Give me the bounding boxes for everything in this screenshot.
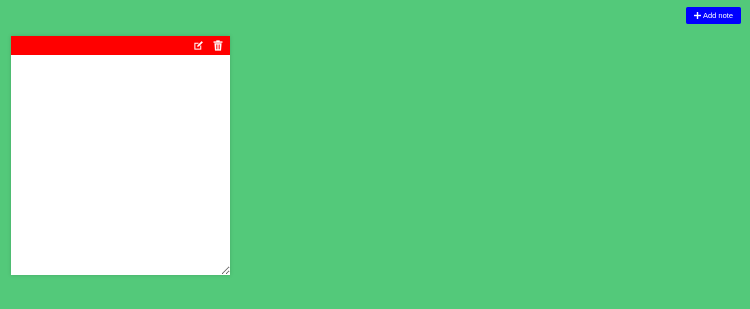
note-card: [11, 36, 230, 275]
plus-icon: [693, 12, 701, 19]
note-header: [11, 36, 230, 55]
app-page: Add note: [0, 0, 750, 309]
edit-icon[interactable]: [192, 40, 204, 52]
add-note-label: Add note: [702, 11, 734, 20]
add-note-button[interactable]: Add note: [686, 7, 741, 24]
trash-icon[interactable]: [212, 40, 224, 52]
note-textarea[interactable]: [11, 55, 230, 275]
